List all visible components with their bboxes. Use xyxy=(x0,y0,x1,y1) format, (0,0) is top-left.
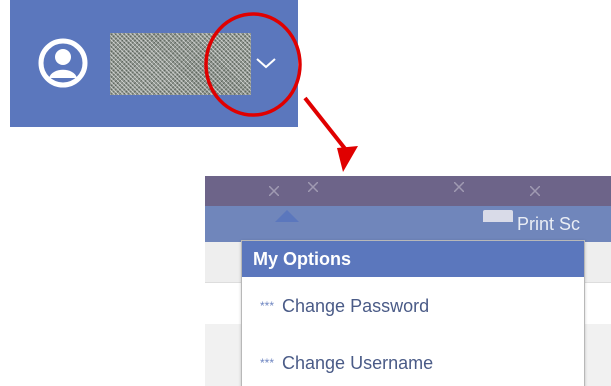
toolbar: Print Sc xyxy=(205,206,611,242)
dropdown-caret xyxy=(275,210,299,222)
print-screen-button[interactable]: Print Sc xyxy=(483,210,581,236)
my-options-dropdown: My Options *** Change Password *** Change … xyxy=(241,240,585,386)
printer-icon xyxy=(483,210,513,222)
dropdown-header: My Options xyxy=(242,241,584,277)
menu-item-label: Change Password xyxy=(282,296,430,316)
app-screen-crop: Print Sc My Options *** Change Password *… xyxy=(205,176,611,386)
sparkle-icon xyxy=(530,186,540,196)
menu-item-change-password[interactable]: *** Change Password xyxy=(242,286,584,326)
print-screen-label: Print Sc xyxy=(517,214,581,234)
sparkle-icon xyxy=(454,182,464,192)
user-circle-icon[interactable] xyxy=(38,38,88,88)
menu-item-label: Change Username xyxy=(282,353,434,373)
highlight-circle-annotation xyxy=(204,12,302,117)
sparkle-icon xyxy=(308,182,318,192)
asterisk-icon: *** xyxy=(260,299,275,313)
header-band xyxy=(205,176,611,206)
sparkle-icon xyxy=(269,186,279,196)
menu-item-change-username[interactable]: *** Change Username xyxy=(242,343,584,383)
asterisk-icon: *** xyxy=(260,356,275,370)
